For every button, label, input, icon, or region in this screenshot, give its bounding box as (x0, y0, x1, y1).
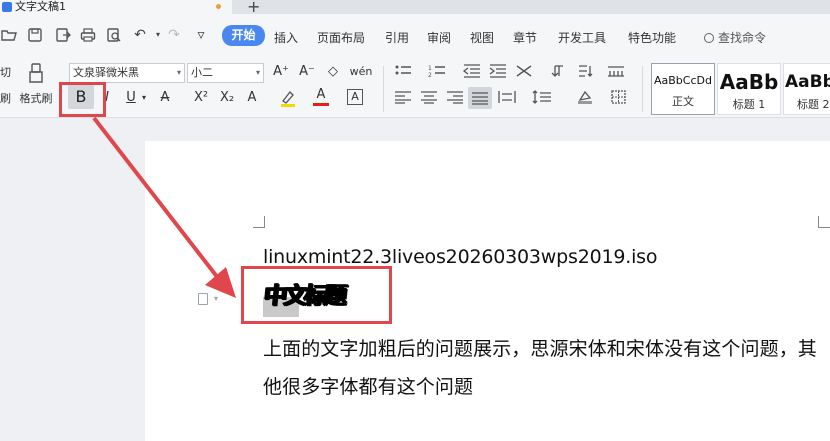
annotation-arrow (92, 116, 236, 298)
